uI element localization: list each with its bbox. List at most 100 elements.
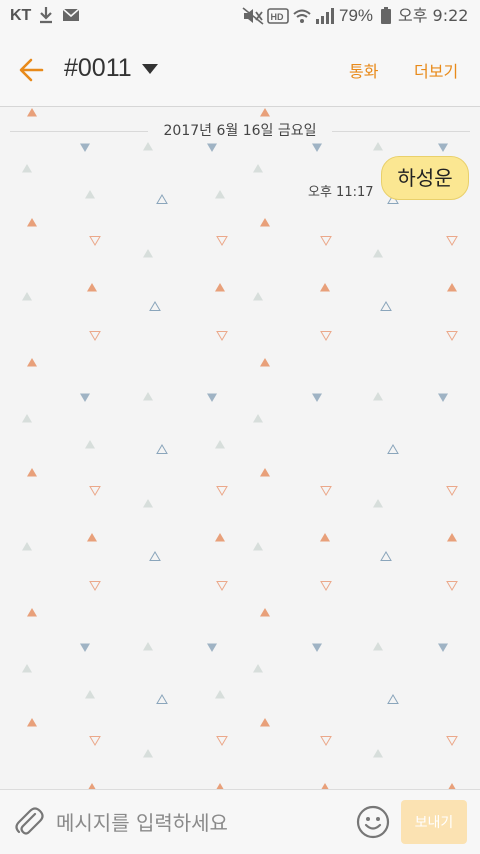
paperclip-icon	[15, 807, 44, 835]
thread-title-dropdown[interactable]: #0011	[64, 54, 158, 83]
pattern-triangle	[143, 499, 153, 508]
pattern-triangle	[149, 301, 161, 311]
pattern-triangle	[373, 499, 383, 508]
pattern-triangle	[80, 643, 90, 652]
pattern-triangle	[260, 218, 270, 227]
pattern-triangle	[446, 236, 458, 246]
message-bubble[interactable]: 하성운	[381, 156, 469, 200]
pattern-triangle	[312, 143, 322, 152]
pattern-triangle	[253, 164, 263, 173]
emoji-button[interactable]	[355, 804, 391, 840]
pattern-triangle	[312, 643, 322, 652]
message-time: 오후 11:17	[308, 185, 374, 200]
pattern-triangle	[80, 393, 90, 402]
app-header: #0011 통화 더보기	[0, 34, 480, 107]
pattern-triangle	[438, 143, 448, 152]
pattern-triangle	[446, 331, 458, 341]
pattern-triangle	[380, 551, 392, 561]
pattern-triangle	[373, 392, 383, 401]
wifi-icon	[293, 9, 311, 23]
pattern-triangle	[320, 486, 332, 496]
input-bar: 보내기	[0, 789, 480, 854]
emoji-icon	[356, 805, 390, 839]
pattern-triangle	[22, 414, 32, 423]
pattern-triangle	[387, 694, 399, 704]
pattern-triangle	[89, 581, 101, 591]
pattern-triangle	[22, 542, 32, 551]
pattern-triangle	[215, 190, 225, 199]
svg-text:HD: HD	[271, 12, 284, 22]
pattern-triangle	[216, 331, 228, 341]
battery-percent: 79%	[339, 6, 374, 25]
carrier-label: KT	[10, 7, 32, 24]
pattern-triangle	[85, 190, 95, 199]
pattern-triangle	[27, 608, 37, 617]
pattern-triangle	[320, 236, 332, 246]
pattern-triangle	[373, 749, 383, 758]
pattern-triangle	[207, 143, 217, 152]
pattern-triangle	[446, 486, 458, 496]
pattern-triangle	[438, 393, 448, 402]
pattern-triangle	[27, 718, 37, 727]
pattern-triangle	[320, 581, 332, 591]
send-button[interactable]: 보내기	[401, 800, 467, 844]
pattern-triangle	[320, 283, 330, 292]
pattern-triangle	[373, 142, 383, 151]
more-button[interactable]: 더보기	[414, 58, 458, 82]
pattern-triangle	[89, 236, 101, 246]
pattern-triangle	[207, 393, 217, 402]
pattern-triangle	[373, 249, 383, 258]
pattern-triangle	[87, 533, 97, 542]
pattern-triangle	[143, 392, 153, 401]
pattern-triangle	[253, 542, 263, 551]
pattern-triangle	[260, 468, 270, 477]
attach-button[interactable]	[12, 804, 46, 840]
hd-icon: HD	[267, 8, 289, 24]
pattern-triangle	[387, 444, 399, 454]
call-button[interactable]: 통화	[349, 58, 378, 82]
back-button[interactable]	[14, 52, 50, 88]
pattern-triangle	[215, 440, 225, 449]
pattern-triangle	[447, 533, 457, 542]
pattern-triangle	[446, 581, 458, 591]
pattern-triangle	[312, 393, 322, 402]
pattern-triangle	[216, 486, 228, 496]
pattern-triangle	[89, 486, 101, 496]
pattern-triangle	[143, 142, 153, 151]
pattern-triangle	[253, 664, 263, 673]
pattern-triangle	[216, 581, 228, 591]
pattern-triangle	[215, 283, 225, 292]
pattern-triangle	[253, 292, 263, 301]
pattern-triangle	[260, 108, 270, 117]
pattern-triangle	[27, 218, 37, 227]
divider-line	[332, 131, 470, 132]
pattern-triangle	[320, 331, 332, 341]
message-input[interactable]	[54, 802, 348, 844]
background-pattern	[22, 108, 458, 789]
pattern-triangle	[446, 736, 458, 746]
pattern-triangle	[85, 690, 95, 699]
pattern-triangle	[143, 249, 153, 258]
pattern-triangle	[215, 690, 225, 699]
pattern-triangle	[27, 358, 37, 367]
pattern-triangle	[320, 736, 332, 746]
pattern-triangle	[87, 283, 97, 292]
pattern-triangle	[260, 358, 270, 367]
pattern-triangle	[89, 736, 101, 746]
pattern-triangle	[143, 749, 153, 758]
thread-title: #0011	[64, 54, 132, 82]
pattern-triangle	[438, 643, 448, 652]
pattern-triangle	[156, 444, 168, 454]
pattern-triangle	[207, 643, 217, 652]
pattern-triangle	[80, 143, 90, 152]
status-icons: HD	[242, 5, 338, 33]
chat-area[interactable]: 2017년 6월 16일 금요일 오후 11:17 하성운	[0, 107, 480, 789]
pattern-triangle	[215, 533, 225, 542]
pattern-triangle	[156, 694, 168, 704]
pattern-triangle	[85, 440, 95, 449]
mute-icon	[242, 7, 264, 25]
pattern-triangle	[320, 533, 330, 542]
pattern-triangle	[22, 292, 32, 301]
pattern-triangle	[447, 283, 457, 292]
battery-icon	[380, 5, 392, 31]
